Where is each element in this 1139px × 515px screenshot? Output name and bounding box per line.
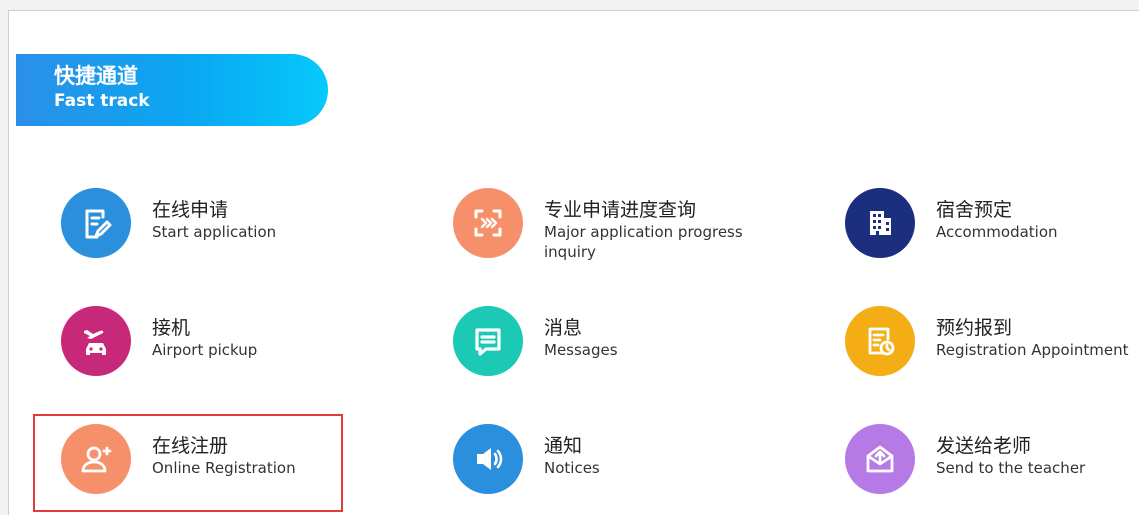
- progress-scan-icon: [453, 188, 523, 258]
- item-label-zh: 专业申请进度查询: [544, 199, 697, 221]
- message-icon: [453, 306, 523, 376]
- item-label-zh: 预约报到: [936, 317, 1013, 339]
- item-label-zh: 接机: [152, 317, 191, 339]
- building-icon: [845, 188, 915, 258]
- registration-appointment-button[interactable]: 预约报到 Registration Appointment: [845, 306, 1135, 386]
- progress-inquiry-button[interactable]: 专业申请进度查询 Major application progress inqu…: [453, 188, 783, 268]
- envelope-send-icon: [845, 424, 915, 494]
- banner-title-en: Fast track: [54, 91, 150, 111]
- item-label-en: Notices: [544, 459, 600, 477]
- item-label-en: Accommodation: [936, 223, 1058, 241]
- calendar-clock-icon: [845, 306, 915, 376]
- selection-highlight: [33, 414, 343, 512]
- item-label-en: Send to the teacher: [936, 459, 1086, 477]
- item-label-zh: 发送给老师: [936, 435, 1032, 457]
- item-label-zh: 通知: [544, 435, 583, 457]
- accommodation-button[interactable]: 宿舍预定 Accommodation: [845, 188, 1105, 268]
- airplane-car-icon: [61, 306, 131, 376]
- item-label-zh: 宿舍预定: [936, 199, 1013, 221]
- send-to-teacher-button[interactable]: 发送给老师 Send to the teacher: [845, 424, 1125, 504]
- fast-track-banner: 快捷通道 Fast track: [16, 54, 328, 126]
- item-label-zh: 消息: [544, 317, 583, 339]
- notices-button[interactable]: 通知 Notices: [453, 424, 713, 504]
- start-application-button[interactable]: 在线申请 Start application: [61, 188, 321, 268]
- airport-pickup-button[interactable]: 接机 Airport pickup: [61, 306, 321, 386]
- item-label-en: Messages: [544, 341, 618, 359]
- item-label-zh: 在线申请: [152, 199, 229, 221]
- item-label-en: Major application progress inquiry: [544, 223, 743, 261]
- document-edit-icon: [61, 188, 131, 258]
- item-label-en: Registration Appointment: [936, 341, 1129, 359]
- item-label-en: Airport pickup: [152, 341, 258, 359]
- messages-button[interactable]: 消息 Messages: [453, 306, 713, 386]
- banner-title-zh: 快捷通道: [54, 64, 138, 88]
- item-label-en: Start application: [152, 223, 277, 241]
- speaker-icon: [453, 424, 523, 494]
